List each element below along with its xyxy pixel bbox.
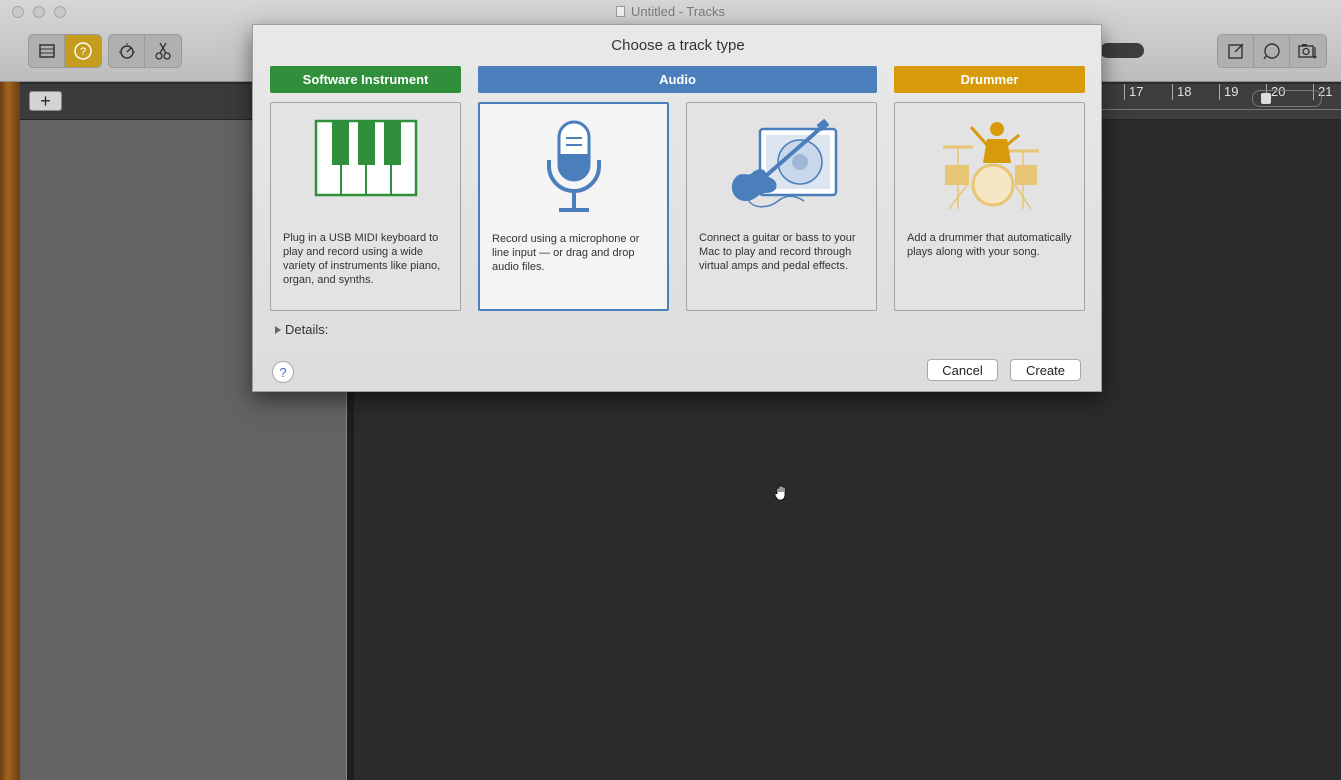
notepad-icon [1227, 43, 1243, 59]
cancel-button[interactable]: Cancel [927, 359, 998, 381]
hand-cursor-icon [773, 484, 791, 507]
drummer-icon [942, 122, 1039, 210]
add-track-button[interactable]: + [29, 91, 62, 111]
toolbar-left-group: ? [28, 34, 102, 68]
window-title: Untitled - Tracks [0, 4, 1341, 19]
loop-browser-icon [1262, 43, 1280, 60]
category-drummer: Drummer [894, 66, 1085, 93]
zoom-slider-knob[interactable] [1261, 93, 1271, 104]
microphone-icon [546, 120, 601, 212]
window-edge [0, 82, 20, 780]
media-browser-icon [1298, 44, 1317, 59]
piano-keys-icon [314, 119, 417, 197]
category-audio: Audio [478, 66, 877, 93]
ruler-bar-18: 18 [1172, 84, 1191, 100]
toolbar-right-group [1217, 34, 1327, 68]
library-button[interactable] [29, 35, 65, 67]
card-description: Add a drummer that automatically plays a… [907, 232, 1072, 258]
card-software-instrument[interactable]: Plug in a USB MIDI keyboard to play and … [270, 102, 461, 311]
master-volume-slider[interactable] [1100, 43, 1144, 58]
smart-controls-icon [118, 43, 135, 59]
notepad-button[interactable] [1218, 35, 1254, 67]
new-track-dialog: Choose a track type Software Instrument … [252, 24, 1102, 392]
guitar-amp-icon [731, 118, 837, 208]
ruler-bar-19: 19 [1219, 84, 1238, 100]
editors-button[interactable] [145, 35, 181, 67]
card-description: Record using a microphone or line input … [492, 233, 640, 273]
card-drummer[interactable]: Add a drummer that automatically plays a… [894, 102, 1085, 311]
zoom-slider[interactable] [1252, 90, 1322, 107]
svg-text:?: ? [80, 46, 86, 58]
disclosure-triangle-icon [275, 325, 281, 334]
card-description: Plug in a USB MIDI keyboard to play and … [283, 232, 441, 286]
smart-controls-button[interactable] [109, 35, 145, 67]
card-audio-microphone[interactable]: Record using a microphone or line input … [478, 102, 669, 311]
details-label: Details: [285, 322, 329, 337]
help-button[interactable]: ? [272, 361, 294, 383]
ruler-bar-17: 17 [1124, 84, 1143, 100]
loop-browser-button[interactable] [1254, 35, 1290, 67]
document-icon [616, 6, 626, 17]
category-software-instrument: Software Instrument [270, 66, 461, 93]
scissors-icon [155, 42, 171, 60]
card-audio-guitar[interactable]: Connect a guitar or bass to your Mac to … [686, 102, 877, 311]
media-browser-button[interactable] [1290, 35, 1326, 67]
library-icon [38, 44, 55, 58]
details-disclosure[interactable]: Details: [275, 322, 328, 337]
help-icon: ? [74, 42, 92, 60]
card-description: Connect a guitar or bass to your Mac to … [699, 232, 856, 272]
toolbar-mid-group [108, 34, 182, 68]
dialog-title: Choose a track type [611, 37, 745, 54]
create-button[interactable]: Create [1010, 359, 1081, 381]
quick-help-button[interactable]: ? [65, 35, 101, 67]
